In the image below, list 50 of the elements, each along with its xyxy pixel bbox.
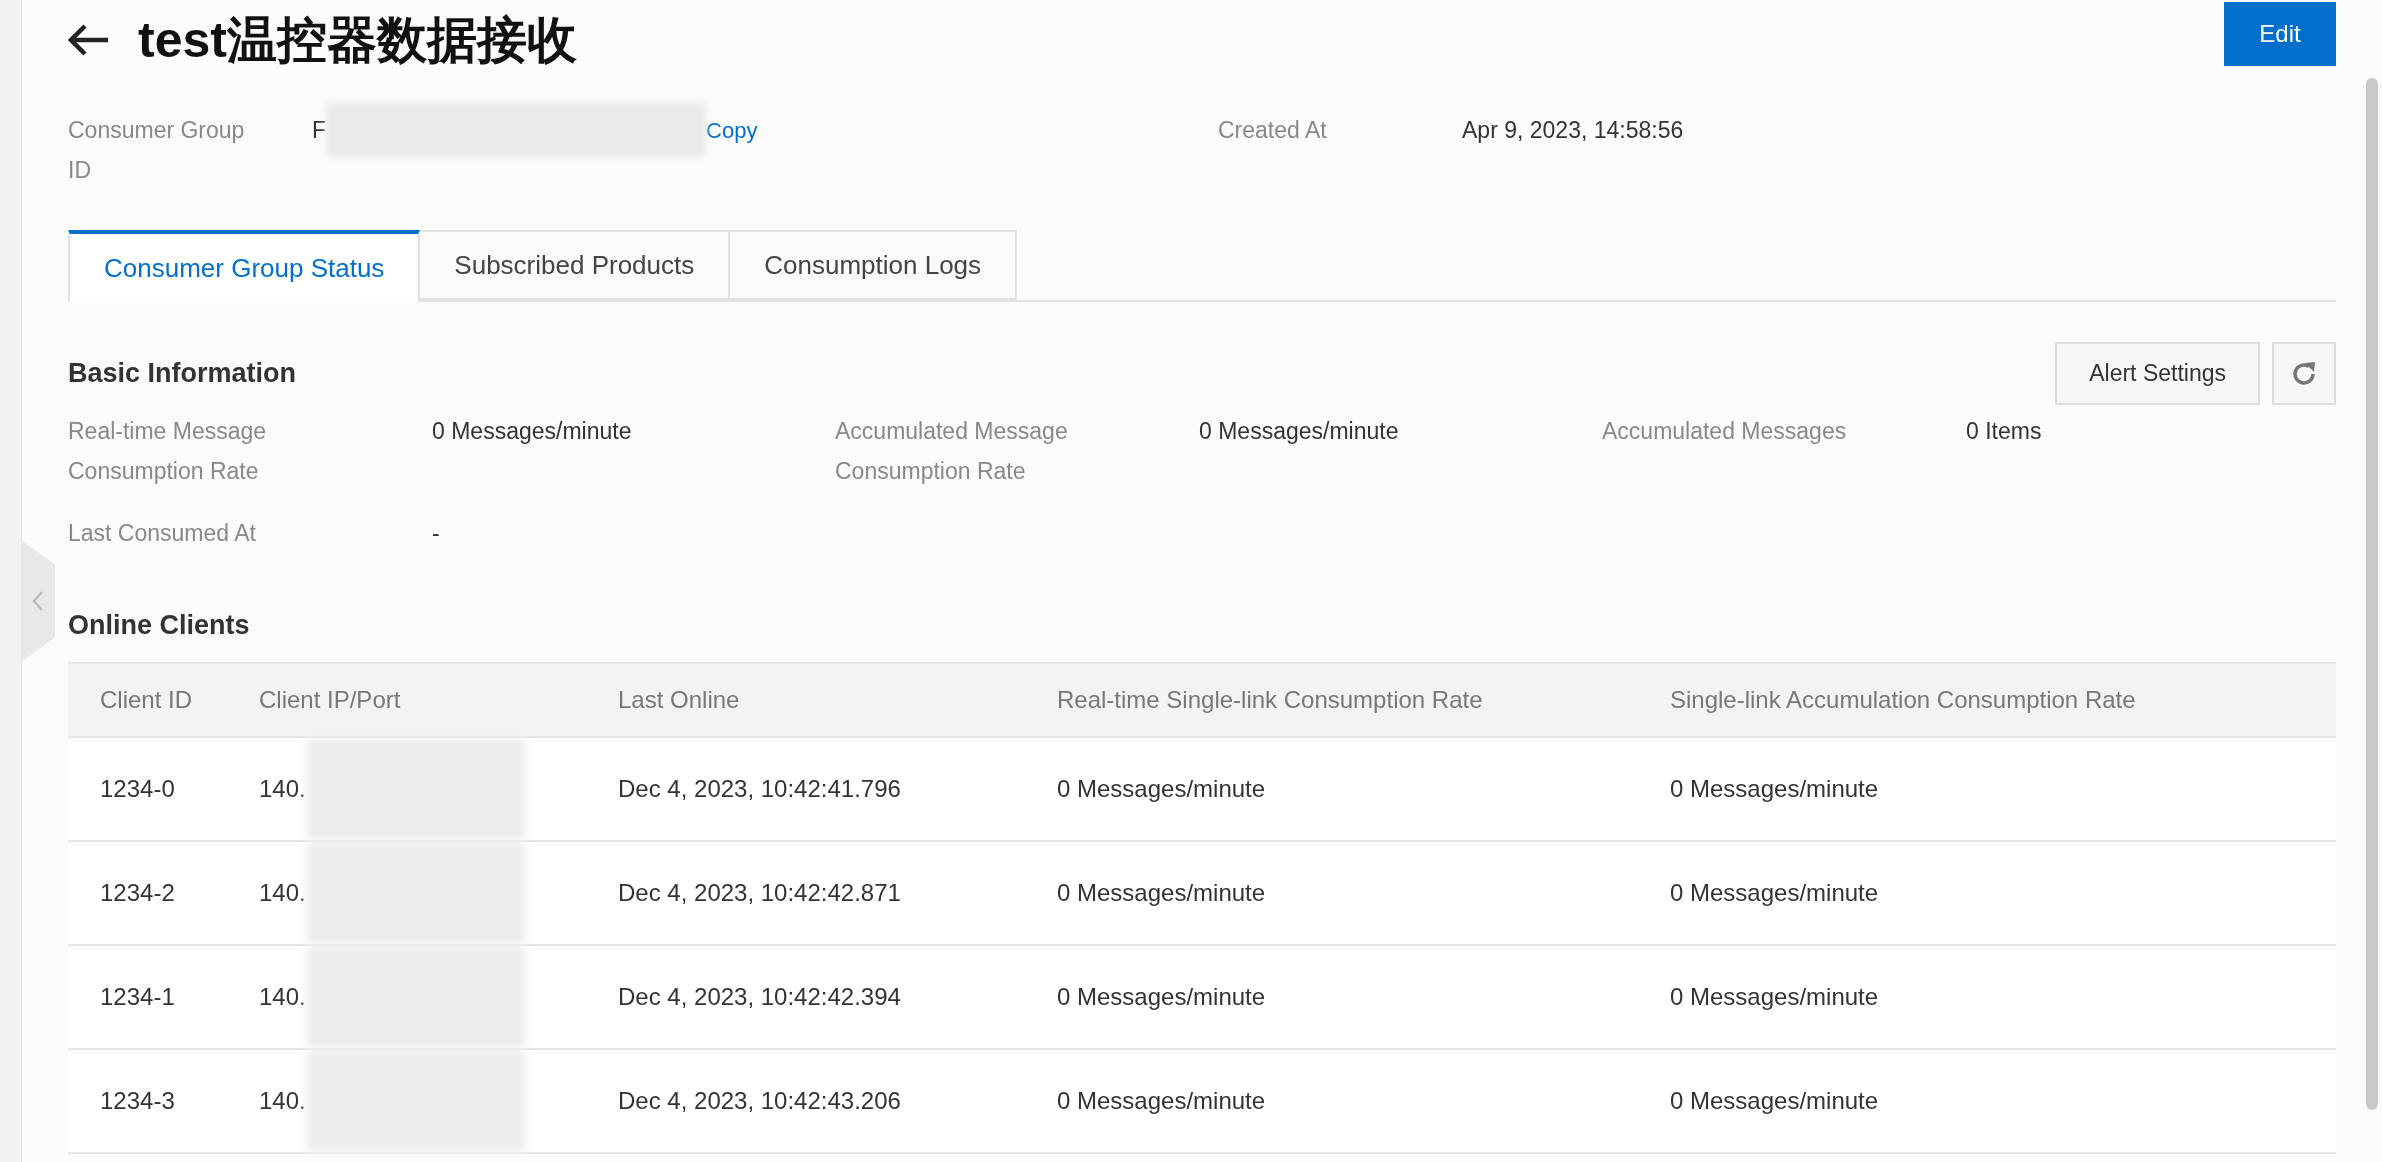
chevron-left-icon [31,589,45,613]
table-cell: 0 Messages/minute [1057,944,1670,1049]
field-label: Accumulated Messages [1602,417,1848,446]
refresh-button[interactable] [2272,342,2336,405]
field-label: Real-time Message Consumption Rate [68,417,268,486]
page-title: test温控器数据接收 [138,15,577,65]
table-cell: Dec 4, 2023, 10:42:42.394 [618,944,1057,1049]
table-cell: 0 Messages/minute [1057,736,1670,841]
tab[interactable]: Consumer Group Status [68,230,421,302]
column-header: Real-time Single-link Consumption Rate [1057,662,1670,737]
field-label: Last Consumed At [68,519,257,548]
table-cell: 0 Messages/minute [1057,840,1670,945]
edit-button[interactable]: Edit [2224,2,2336,66]
table-cell: 1234-1 [68,944,259,1049]
table-cell-text: 140. [259,877,306,908]
table-cell-text: 140. [259,981,306,1012]
column-header: Single-link Accumulation Consumption Rate [1670,662,2336,737]
table-cell: 0 Messages/minute [1670,736,2336,841]
section-title: Basic Information [68,357,297,391]
table-cell: 0 Messages/minute [1670,944,2336,1049]
column-header: Client IP/Port [259,662,618,737]
field-label: Created At [1218,116,1328,145]
field-value: 0 Messages/minute [1199,417,1400,446]
field-value: - [432,519,441,548]
copy-link[interactable]: Copy [706,113,758,147]
table-cell: 1234-3 [68,1048,259,1153]
back-arrow-icon[interactable] [68,23,110,57]
field-value: F [312,115,327,145]
table-cell: 1234-0 [68,736,259,841]
field-label: Accumulated Message Consumption Rate [835,417,1069,486]
field-value: 0 Items [1966,417,2043,446]
tab[interactable]: Subscribed Products [420,230,731,300]
field-value: Apr 9, 2023, 14:58:56 [1462,115,1684,145]
table-cell: 0 Messages/minute [1670,840,2336,945]
column-header: Client ID [68,662,259,737]
field-label: Consumer Group ID [68,116,246,185]
table-cell: Dec 4, 2023, 10:42:42.871 [618,840,1057,945]
section-title: Online Clients [68,609,251,642]
table-cell: Dec 4, 2023, 10:42:43.206 [618,1048,1057,1153]
field-value: 0 Messages/minute [432,417,633,446]
table-cell-text: 140. [259,773,306,804]
table-cell: 1234-2 [68,840,259,945]
table-cell: 0 Messages/minute [1670,1048,2336,1153]
tab[interactable]: Consumption Logs [730,230,1018,300]
column-header: Last Online [618,662,1057,737]
alert-settings-button[interactable]: Alert Settings [2055,342,2260,405]
scrollbar[interactable] [2366,78,2378,1110]
table-cell-text: 140. [259,1085,306,1116]
table-cell: Dec 4, 2023, 10:42:41.796 [618,736,1057,841]
table-cell: 0 Messages/minute [1057,1048,1670,1153]
